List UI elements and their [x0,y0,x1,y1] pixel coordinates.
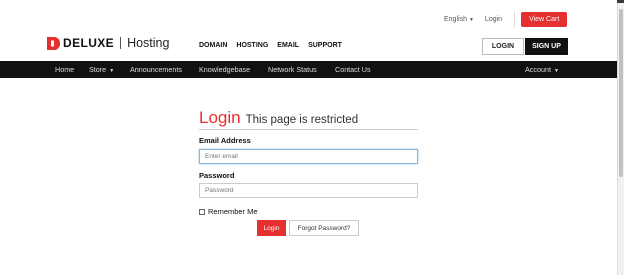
forgot-password-button[interactable]: Forgot Password? [289,220,359,236]
top-login-link[interactable]: Login [485,16,502,23]
chevron-down-icon: ▼ [468,16,474,23]
navbar-account-label: Account [525,65,551,74]
main-nav: DOMAIN HOSTING EMAIL SUPPORT [199,42,351,49]
remember-me: Remember Me [199,207,258,216]
email-label: Email Address [199,136,251,145]
navbar-announcements[interactable]: Announcements [130,65,182,74]
navbar-knowledgebase[interactable]: Knowledgebase [199,65,250,74]
navbar-home[interactable]: Home [55,65,74,74]
nav-email[interactable]: EMAIL [277,42,299,49]
logo-divider [120,37,122,49]
navbar-store[interactable]: Store ▼ [89,65,114,74]
page-title: Login [199,108,241,127]
chevron-down-icon: ▼ [109,68,115,74]
secondary-navbar: Home Store ▼ Announcements Knowledgebase … [0,61,617,78]
remember-me-checkbox[interactable] [199,208,205,215]
language-label: English [444,15,467,23]
vertical-scrollbar[interactable] [617,3,624,275]
nav-domain[interactable]: DOMAIN [199,42,227,49]
navbar-network-status[interactable]: Network Status [268,65,317,74]
deluxe-logo-icon [47,36,60,50]
heading-divider [199,129,418,130]
brand-logo[interactable]: DELUXE Hosting [47,36,169,50]
signup-button[interactable]: SIGN UP [525,38,568,55]
password-field[interactable] [199,183,418,198]
brand-name: DELUXE [63,36,115,50]
email-field[interactable] [199,149,418,164]
password-label: Password [199,171,235,180]
nav-hosting[interactable]: HOSTING [236,42,268,49]
language-selector[interactable]: English ▼ [444,16,474,23]
remember-me-label: Remember Me [208,207,258,216]
page: English ▼ Login View Cart DELUXE Hosting … [0,0,617,275]
header-login-button[interactable]: LOGIN [482,38,524,55]
chevron-down-icon: ▼ [553,68,559,74]
login-panel: Login This page is restricted Email Addr… [199,108,419,236]
nav-support[interactable]: SUPPORT [308,42,342,49]
top-utility-links: English ▼ Login View Cart [444,11,568,27]
navbar-store-label: Store [89,65,107,74]
navbar-contact-us[interactable]: Contact Us [335,65,371,74]
divider [514,11,516,27]
page-subtitle: This page is restricted [245,114,359,126]
view-cart-button[interactable]: View Cart [521,11,568,27]
navbar-account[interactable]: Account ▼ [525,65,559,74]
scrollbar-thumb[interactable] [619,9,623,177]
brand-product: Hosting [127,36,170,50]
login-button[interactable]: Login [257,220,286,236]
login-heading: Login This page is restricted [199,108,419,128]
